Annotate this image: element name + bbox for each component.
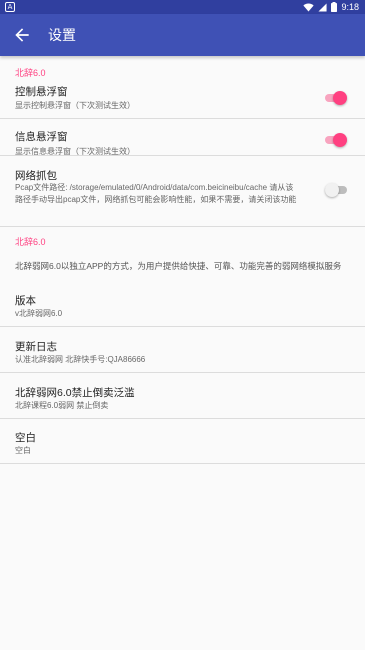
pref-title: 空白 xyxy=(15,432,36,444)
category-header-2: 北辞6.0 xyxy=(15,237,46,247)
status-icons: 9:18 xyxy=(303,0,359,14)
category-header-1: 北辞6.0 xyxy=(15,68,46,78)
back-arrow-icon[interactable] xyxy=(12,25,32,45)
status-bar: A 9:18 xyxy=(0,0,365,14)
pref-title: 更新日志 xyxy=(15,341,57,353)
pref-description: 北辞弱网6.0以独立APP的方式，为用户提供给快捷、可靠、功能完善的弱网络模拟服… xyxy=(0,252,365,289)
pref-title: 北辞弱网6.0禁止倒卖泛滥 xyxy=(15,387,135,399)
clock-time: 9:18 xyxy=(341,2,359,12)
battery-icon xyxy=(331,2,338,12)
pref-summary: 认准北辞弱网 北辞快手号:QJA86666 xyxy=(15,355,146,364)
pref-packet-capture[interactable]: 网络抓包 Pcap文件路径: /storage/emulated/0/Andro… xyxy=(0,156,365,227)
pref-description-text: 北辞弱网6.0以独立APP的方式，为用户提供给快捷、可靠、功能完善的弱网络模拟服… xyxy=(15,261,342,271)
pref-control-float[interactable]: 控制悬浮窗 显示控制悬浮窗（下次测试生效） xyxy=(0,82,365,119)
pref-title: 信息悬浮窗 xyxy=(15,131,68,143)
pref-summary: v北辞弱网6.0 xyxy=(15,309,63,318)
pref-title: 版本 xyxy=(15,295,36,307)
pref-summary: 显示控制悬浮窗（下次测试生效） xyxy=(15,101,135,110)
pref-title: 网络抓包 xyxy=(15,170,57,182)
control-float-toggle[interactable] xyxy=(325,91,347,105)
signal-icon xyxy=(318,2,328,12)
pref-version[interactable]: 版本 v北辞弱网6.0 xyxy=(0,289,365,327)
info-float-toggle[interactable] xyxy=(325,133,347,147)
pref-no-resale[interactable]: 北辞弱网6.0禁止倒卖泛滥 北辞课程6.0弱网 禁止倒卖 xyxy=(0,373,365,419)
pref-changelog[interactable]: 更新日志 认准北辞弱网 北辞快手号:QJA86666 xyxy=(0,327,365,373)
pref-blank[interactable]: 空白 空白 xyxy=(0,419,365,464)
pref-title: 控制悬浮窗 xyxy=(15,86,68,98)
packet-capture-toggle[interactable] xyxy=(325,183,347,197)
pref-summary: 空白 xyxy=(15,446,31,455)
settings-list: 北辞6.0 控制悬浮窗 显示控制悬浮窗（下次测试生效） 信息悬浮窗 显示信息悬浮… xyxy=(0,56,365,464)
wifi-icon xyxy=(303,3,315,12)
app-toolbar: 设置 xyxy=(0,14,365,56)
pref-summary: Pcap文件路径: /storage/emulated/0/Android/da… xyxy=(15,183,297,204)
page-title: 设置 xyxy=(48,27,76,43)
app-notification-icon: A xyxy=(5,2,15,12)
pref-summary: 北辞课程6.0弱网 禁止倒卖 xyxy=(15,401,109,410)
pref-info-float[interactable]: 信息悬浮窗 显示信息悬浮窗（下次测试生效） xyxy=(0,119,365,156)
